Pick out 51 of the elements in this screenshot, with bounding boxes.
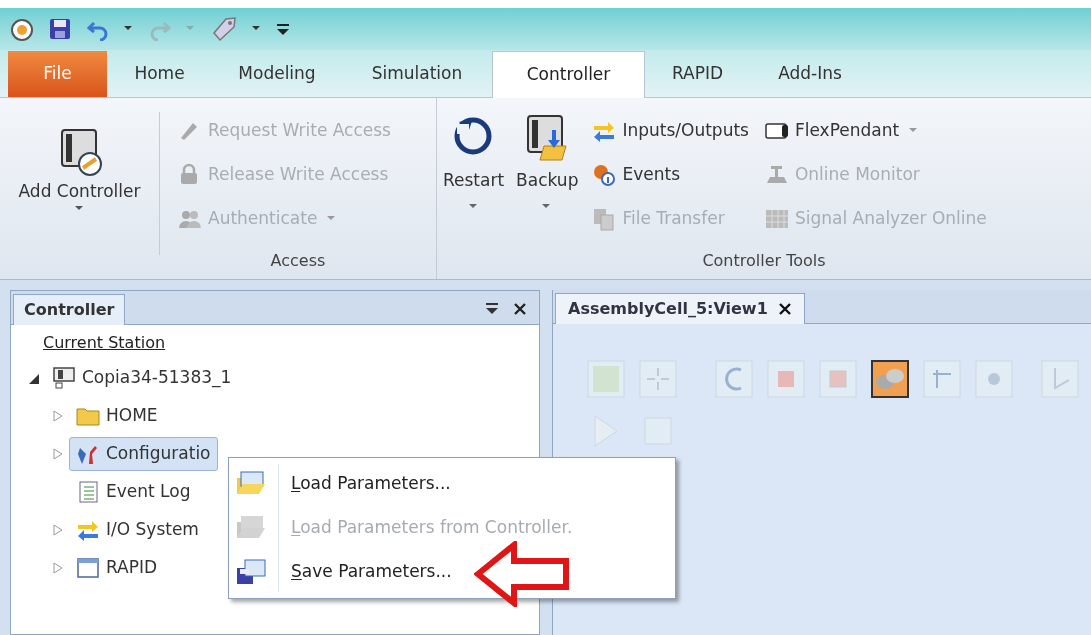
ribbon-large-button[interactable]: Backup	[510, 112, 585, 249]
collapse-icon[interactable]	[29, 372, 39, 384]
files-icon	[592, 207, 617, 231]
ribbon-tab[interactable]: Simulation	[342, 51, 492, 97]
ribbon-button[interactable]: Inputs/Outputs	[592, 116, 749, 146]
tree-item[interactable]: HOME	[47, 398, 165, 434]
save-icon	[235, 558, 267, 586]
ribbon-button[interactable]: FlexPendant	[764, 116, 987, 146]
tag-icon[interactable]	[210, 15, 238, 43]
ribbon-tab[interactable]: RAPID	[645, 51, 750, 97]
panel-options-icon[interactable]	[485, 302, 499, 316]
caret-icon	[909, 128, 920, 134]
save-icon[interactable]	[48, 17, 72, 41]
menu-item[interactable]: Save Parameters...	[229, 550, 675, 594]
expand-icon[interactable]	[53, 524, 63, 536]
ribbon-large-button[interactable]: Restart	[437, 112, 511, 249]
menu-item[interactable]: Load Parameters...	[229, 462, 675, 506]
expand-icon[interactable]	[53, 562, 63, 574]
caret-icon[interactable]	[124, 26, 134, 32]
expand-icon[interactable]	[53, 410, 63, 422]
ribbon-tab[interactable]: Controller	[492, 51, 645, 98]
events-icon	[592, 163, 617, 187]
caret-icon	[327, 216, 338, 222]
tree-item[interactable]: Copia34-51383_1	[23, 360, 239, 396]
panel-title: Controller	[13, 294, 126, 325]
caret-icon[interactable]	[252, 26, 262, 32]
caret-icon	[74, 206, 85, 212]
list-icon	[76, 480, 100, 504]
document-tab[interactable]: AssemblyCell_5:View1	[555, 293, 805, 324]
grid-icon	[764, 207, 789, 231]
section-header: Current Station	[43, 332, 167, 354]
window-icon	[76, 556, 100, 580]
tree-item[interactable]: I/O System	[47, 512, 206, 548]
caret-icon	[542, 203, 553, 210]
caret-icon	[468, 203, 479, 210]
group-label: Access	[269, 250, 327, 272]
controller-icon	[52, 366, 76, 390]
arrows-icon	[76, 518, 100, 542]
ribbon-tab[interactable]: Modeling	[212, 51, 342, 97]
ribbon-tab[interactable]: Home	[107, 51, 212, 97]
ribbon-tab[interactable]: Add-Ins	[750, 51, 870, 97]
tree-item[interactable]: RAPID	[47, 550, 165, 586]
add-controller-button[interactable]: Add Controller	[14, 126, 145, 212]
expand-icon[interactable]	[53, 448, 63, 460]
app-menu-icon[interactable]	[10, 17, 34, 41]
close-icon[interactable]	[513, 302, 527, 316]
customize-toolbar-icon[interactable]	[276, 22, 290, 36]
ribbon-button[interactable]: Events	[592, 160, 749, 190]
group-label: Controller Tools	[701, 250, 827, 272]
tree-item[interactable]: Event Log	[47, 474, 198, 510]
close-icon[interactable]	[777, 302, 792, 316]
